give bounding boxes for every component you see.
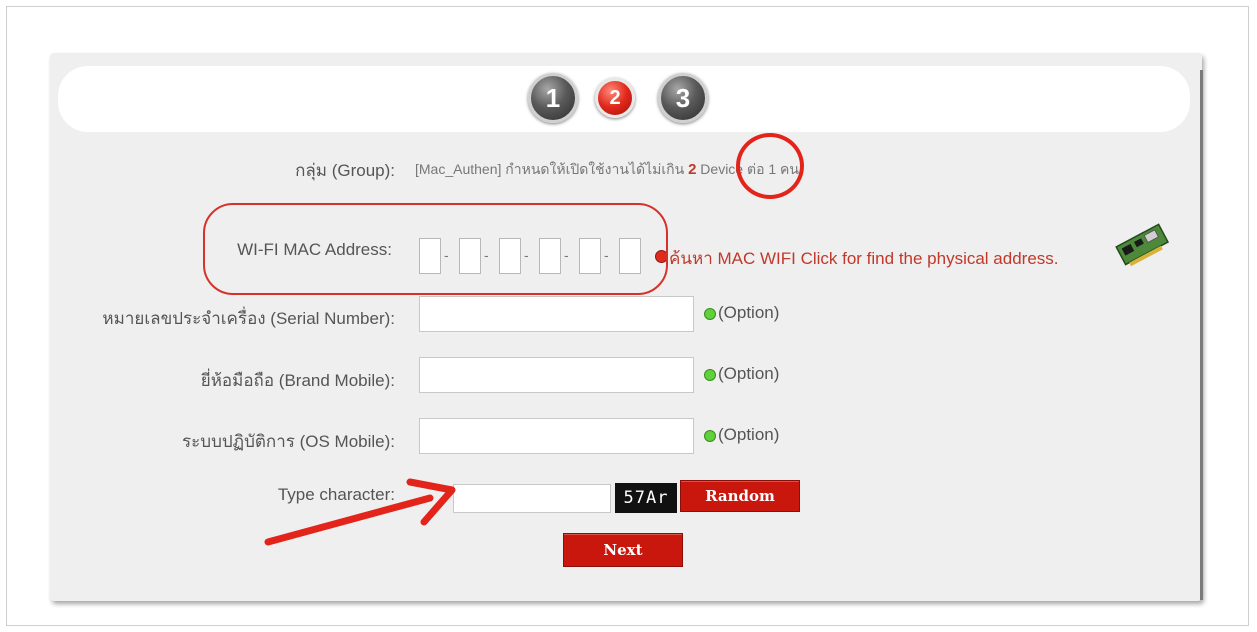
serial-number-input[interactable] <box>419 296 694 332</box>
option-dot-icon <box>704 308 716 320</box>
brand-label: ยี่ห้อมือถือ (Brand Mobile): <box>200 371 395 390</box>
brand-mobile-input[interactable] <box>419 357 694 393</box>
brand-option-text: (Option) <box>718 364 780 383</box>
step-2-icon: 2 <box>595 78 635 118</box>
mac-highlight-oval <box>203 203 668 295</box>
step-3-icon: 3 <box>658 73 708 123</box>
group-label: กลุ่ม (Group): <box>295 161 395 180</box>
find-mac-link[interactable]: ค้นหา MAC WIFI Click for find the physic… <box>669 245 1059 272</box>
network-card-icon <box>1115 223 1170 266</box>
step-3-label: 3 <box>675 82 691 113</box>
serial-label: หมายเลขประจำเครื่อง (Serial Number): <box>102 309 395 328</box>
group-device-count: 2 <box>688 161 697 178</box>
option-dot-icon <box>704 369 716 381</box>
os-label: ระบบปฏิบัติการ (OS Mobile): <box>182 432 395 451</box>
device-count-highlight-circle <box>736 133 804 199</box>
step-1-icon: 1 <box>528 73 578 123</box>
option-dot-icon <box>704 430 716 442</box>
panel-shadow-edge <box>1200 70 1203 600</box>
group-text-prefix: [Mac_Authen] กำหนดให้เปิดใช้งานได้ไม่เกิ… <box>415 161 685 177</box>
captcha-input[interactable] <box>453 484 611 513</box>
captcha-image: 57Ar <box>615 483 677 513</box>
serial-option-text: (Option) <box>718 303 780 322</box>
os-option-text: (Option) <box>718 425 780 444</box>
next-button[interactable]: Next <box>563 533 683 567</box>
os-mobile-input[interactable] <box>419 418 694 454</box>
step-1-label: 1 <box>545 82 561 113</box>
red-arrow-icon <box>264 478 456 546</box>
random-button[interactable]: Random <box>680 480 800 512</box>
step-2-label: 2 <box>609 86 621 109</box>
